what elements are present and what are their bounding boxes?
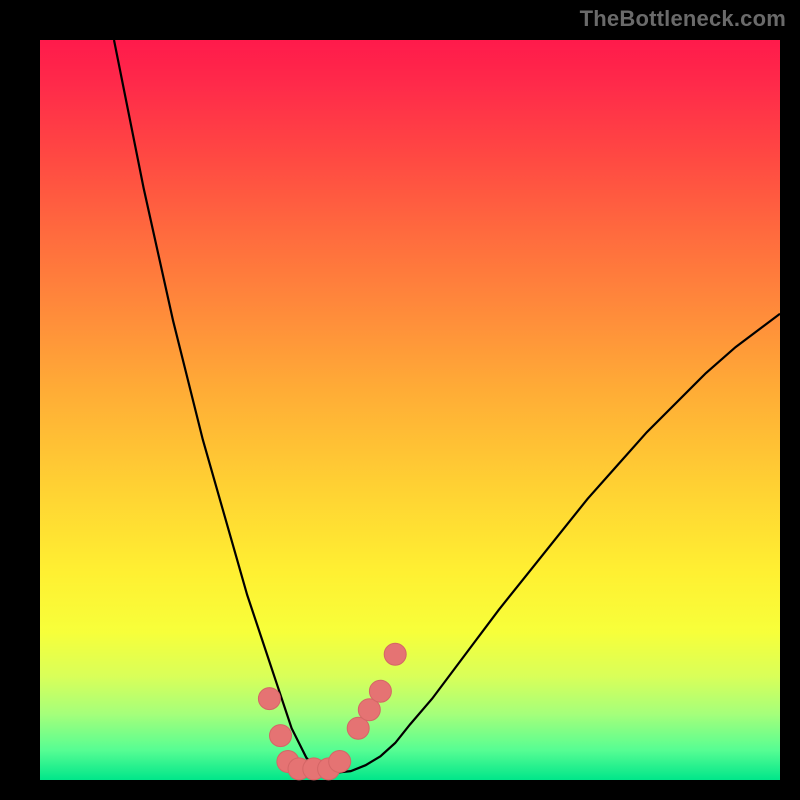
curve-marker xyxy=(258,688,280,710)
curve-marker xyxy=(369,680,391,702)
curve-marker xyxy=(329,751,351,773)
curve-marker xyxy=(270,725,292,747)
chart-frame: TheBottleneck.com xyxy=(0,0,800,800)
curve-marker xyxy=(384,643,406,665)
chart-svg xyxy=(40,40,780,780)
curve-markers xyxy=(258,643,406,780)
bottleneck-curve xyxy=(114,40,780,773)
watermark-text: TheBottleneck.com xyxy=(580,6,786,32)
plot-area xyxy=(40,40,780,780)
